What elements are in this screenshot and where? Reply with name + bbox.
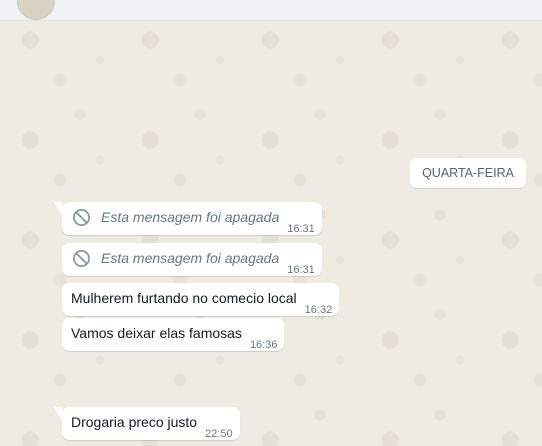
ban-icon	[73, 209, 90, 226]
message-time: 16:36	[249, 339, 278, 351]
message-time: 16:32	[304, 304, 333, 316]
message-text: Vamos deixar elas famosas	[71, 325, 242, 341]
message-time: 22:50	[205, 428, 233, 440]
message-text: Esta mensagem foi apagada	[101, 209, 280, 225]
contact-avatar[interactable]	[17, 0, 55, 20]
message-bubble[interactable]: Esta mensagem foi apagada 16:31	[62, 243, 322, 276]
message-text: Esta mensagem foi apagada	[101, 250, 280, 266]
message-time: 16:31	[287, 223, 315, 235]
message-bubble[interactable]: Mulherem furtando no comecio local 16:32	[62, 283, 340, 316]
date-divider: QUARTA-FEIRA	[410, 158, 526, 188]
message-bubble[interactable]: Esta mensagem foi apagada 16:31	[54, 202, 322, 235]
ban-icon	[73, 250, 90, 267]
message-bubble[interactable]: Drogaria preco justo 22:50	[54, 407, 240, 440]
message-bubble[interactable]: Vamos deixar elas famosas 16:36	[62, 318, 285, 351]
message-text: Drogaria preco justo	[71, 414, 198, 430]
chat-header	[0, 0, 542, 21]
message-time: 16:31	[287, 264, 315, 276]
message-text: Mulherem furtando no comecio local	[71, 290, 297, 306]
